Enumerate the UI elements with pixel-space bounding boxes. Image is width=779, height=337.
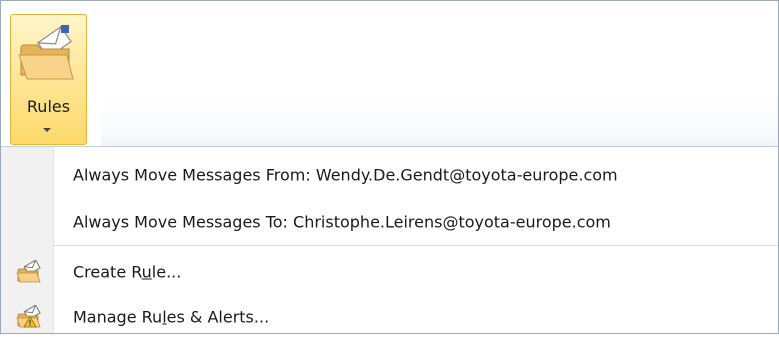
create-rule-icon bbox=[16, 259, 42, 284]
rules-button-label: Rules bbox=[26, 97, 71, 116]
rules-folder-icon bbox=[15, 21, 79, 85]
ribbon: Rules bbox=[1, 1, 778, 147]
menu-separator bbox=[53, 245, 778, 246]
menu-item-label: Manage Rules & Alerts... bbox=[73, 307, 270, 327]
rules-dropdown-menu: Always Move Messages From: Wendy.De.Gend… bbox=[1, 147, 778, 333]
menu-item-label: Always Move Messages To: Christophe.Leir… bbox=[73, 212, 611, 232]
menu-item-create-rule[interactable]: Create Rule... bbox=[1, 252, 778, 292]
window-frame: Rules Always Move Messages From: Wendy.D… bbox=[0, 0, 779, 334]
ribbon-background bbox=[101, 91, 778, 146]
menu-item-label: Create Rule... bbox=[73, 262, 182, 282]
menu-item-move-from[interactable]: Always Move Messages From: Wendy.De.Gend… bbox=[1, 155, 778, 195]
menu-item-label: Always Move Messages From: Wendy.De.Gend… bbox=[73, 165, 618, 185]
rules-button[interactable]: Rules bbox=[10, 14, 87, 145]
manage-rules-icon bbox=[16, 304, 42, 329]
menu-item-move-to[interactable]: Always Move Messages To: Christophe.Leir… bbox=[1, 202, 778, 242]
chevron-down-icon bbox=[43, 128, 51, 132]
menu-item-manage-rules[interactable]: Manage Rules & Alerts... bbox=[1, 297, 778, 337]
